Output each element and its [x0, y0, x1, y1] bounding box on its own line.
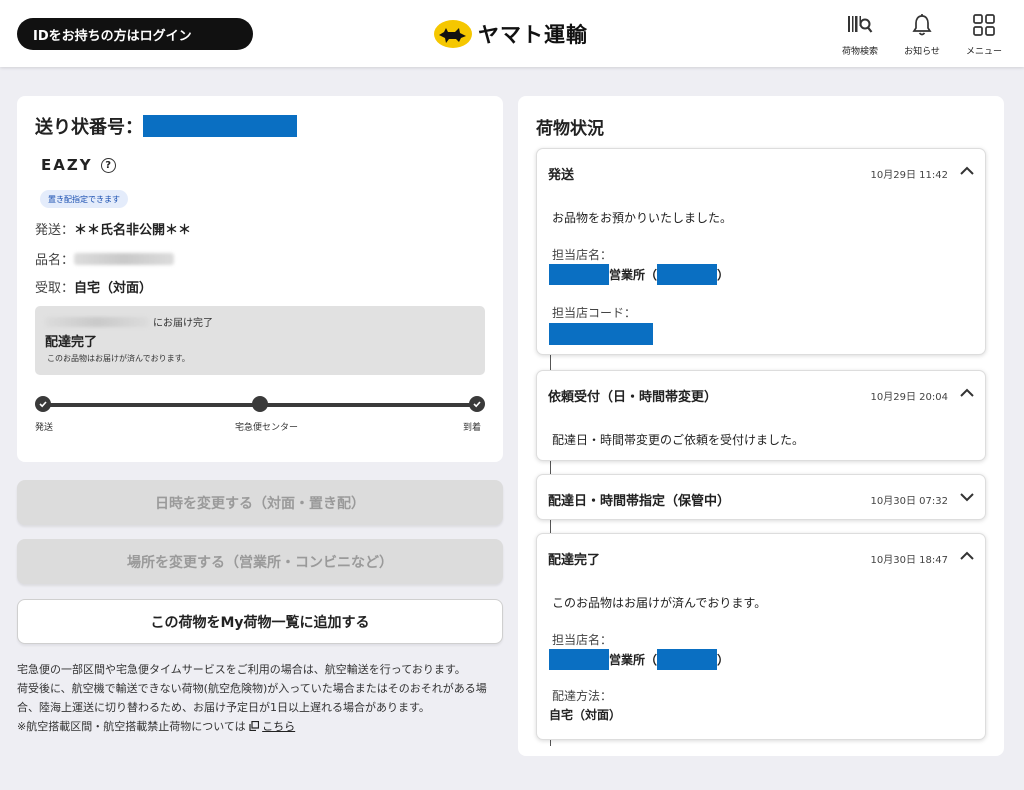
footnote-line-3-text: ※航空搭載区間・航空搭載禁止荷物については [17, 720, 246, 733]
footnote-line-1: 宅急便の一部区間や宅急便タイムサービスをご利用の場合は、航空輸送を行っております… [17, 663, 466, 676]
event-time: 10月30日 07:32 [870, 496, 948, 507]
progress-node-shipped [35, 396, 51, 412]
sender-line: 発送： ＊＊氏名非公開＊＊ [35, 219, 191, 238]
air-transport-link[interactable]: こちら [262, 720, 295, 733]
nav-label: メニュー [965, 47, 1002, 57]
store-code-redacted [549, 323, 653, 345]
delivery-method-value: 自宅（対面） [549, 708, 622, 722]
delivery-progress: 発送 宅急便センター 到着 [35, 396, 485, 436]
chevron-down-icon[interactable] [959, 490, 975, 504]
chevron-up-icon[interactable] [959, 386, 975, 400]
delivered-date-blurred [45, 316, 149, 327]
bell-icon [909, 12, 935, 38]
yamato-logo[interactable]: ヤマト運輸 [434, 18, 588, 50]
nav-notifications[interactable]: お知らせ [892, 12, 952, 58]
event-title: 配達完了 [548, 553, 601, 568]
tracking-number-label: 送り状番号： [35, 117, 143, 138]
logo-text: ヤマト運輸 [478, 23, 588, 47]
login-button[interactable]: IDをお持ちの方はログイン [17, 18, 253, 50]
receive-line: 受取： 自宅（対面） [35, 277, 152, 296]
tracking-number-redacted [143, 115, 297, 137]
receive-label: 受取： [35, 281, 75, 296]
store-name-label: 担当店名： [552, 248, 613, 262]
event-message: 配達日・時間帯変更のご依頼を受付けました。 [552, 433, 805, 447]
store-id-redacted [657, 649, 718, 670]
chevron-up-icon[interactable] [959, 549, 975, 563]
check-icon [39, 401, 47, 408]
sender-value: ＊＊氏名非公開＊＊ [74, 223, 192, 238]
site-header: IDをお持ちの方はログイン ヤマト運輸 荷物検索 お知らせ メニュー [0, 0, 1024, 67]
store-suffix: 営業所（ [609, 268, 658, 282]
drop-off-available-badge: 置き配指定できます [40, 190, 128, 208]
service-name: EAZY [41, 156, 93, 174]
event-card-shipped: 発送 10月29日 11:42 お品物をお預かりいたしました。 担当店名： 営業… [536, 148, 986, 355]
footnote-line-3: ※航空搭載区間・航空搭載禁止荷物については こちら [17, 717, 503, 736]
store-code-value [549, 323, 653, 345]
tracking-status-title: 荷物状況 [536, 119, 604, 139]
tracking-status-card: 荷物状況 発送 10月29日 11:42 お品物をお預かりいたしました。 担当店… [518, 96, 1004, 756]
copy-external-icon [249, 721, 260, 731]
store-name-value: 営業所（ ） [549, 264, 729, 285]
store-name-redacted [549, 649, 609, 670]
nav-menu[interactable]: メニュー [954, 12, 1014, 58]
event-message: お品物をお預かりいたしました。 [552, 211, 733, 225]
progress-label-center: 宅急便センター [235, 423, 299, 433]
item-label: 品名： [35, 253, 75, 268]
delivered-suffix: にお届け完了 [153, 318, 213, 329]
store-close: ） [717, 268, 730, 282]
shipment-summary-card: 送り状番号： EAZY ? 置き配指定できます 発送： ＊＊氏名非公開＊＊ 品名… [17, 96, 503, 462]
store-close: ） [717, 653, 730, 667]
delivery-status-note: このお品物はお届けが済んでおります。 [47, 354, 190, 363]
event-card-delivered: 配達完了 10月30日 18:47 このお品物はお届けが済んでおります。 担当店… [536, 533, 986, 740]
air-transport-footnote: 宅急便の一部区間や宅急便タイムサービスをご利用の場合は、航空輸送を行っております… [17, 660, 503, 736]
progress-node-center [252, 396, 268, 412]
grid-menu-icon [971, 12, 997, 38]
progress-label-arrived: 到着 [463, 423, 482, 433]
service-row: EAZY ? [41, 156, 116, 174]
delivery-method-label: 配達方法： [552, 689, 613, 703]
footnote-line-2: 荷受後に、航空機で輸送できない荷物(航空危険物)が入っていた場合またはそのおそれ… [17, 682, 487, 714]
event-message: このお品物はお届けが済んでおります。 [552, 596, 767, 610]
delivery-status-title: 配達完了 [45, 335, 98, 350]
store-code-label: 担当店コード： [552, 306, 637, 320]
check-icon [473, 401, 481, 408]
event-title: 依頼受付（日・時間帯変更） [548, 390, 718, 405]
add-to-my-list-button[interactable]: この荷物をMy荷物一覧に追加する [17, 599, 503, 644]
receive-value: 自宅（対面） [74, 281, 153, 296]
store-id-redacted [657, 264, 718, 285]
tracking-number-row: 送り状番号： [35, 113, 297, 139]
nav-label: 荷物検索 [841, 47, 878, 57]
event-title: 発送 [548, 168, 575, 183]
store-name-value: 営業所（ ） [549, 649, 729, 670]
barcode-search-icon [847, 12, 873, 38]
delivered-date-line: にお届け完了 [45, 314, 213, 329]
store-name-label: 担当店名： [552, 633, 613, 647]
store-suffix: 営業所（ [609, 653, 658, 667]
event-card-change-request: 依頼受付（日・時間帯変更） 10月29日 20:04 配達日・時間帯変更のご依頼… [536, 370, 986, 461]
delivery-status-box: にお届け完了 配達完了 このお品物はお届けが済んでおります。 [35, 306, 485, 375]
nav-package-search[interactable]: 荷物検索 [830, 12, 890, 58]
progress-label-shipped: 発送 [35, 423, 54, 433]
event-title: 配達日・時間帯指定（保管中） [548, 494, 731, 509]
change-place-button[interactable]: 場所を変更する（営業所・コンビニなど） [17, 539, 503, 584]
event-time: 10月29日 20:04 [870, 392, 948, 403]
progress-node-arrived [469, 396, 485, 412]
item-line: 品名： [35, 249, 175, 268]
item-name-blurred [74, 252, 175, 265]
store-name-redacted [549, 264, 609, 285]
event-time: 10月30日 18:47 [870, 555, 948, 566]
change-datetime-button[interactable]: 日時を変更する（対面・置き配） [17, 480, 503, 525]
nav-label: お知らせ [904, 47, 940, 57]
help-icon[interactable]: ? [100, 157, 116, 173]
event-card-scheduled[interactable]: 配達日・時間帯指定（保管中） 10月30日 07:32 [536, 474, 986, 520]
chevron-up-icon[interactable] [959, 164, 975, 178]
event-time: 10月29日 11:42 [870, 170, 948, 181]
black-cat-logo-icon [434, 20, 472, 48]
sender-label: 発送： [35, 223, 75, 238]
